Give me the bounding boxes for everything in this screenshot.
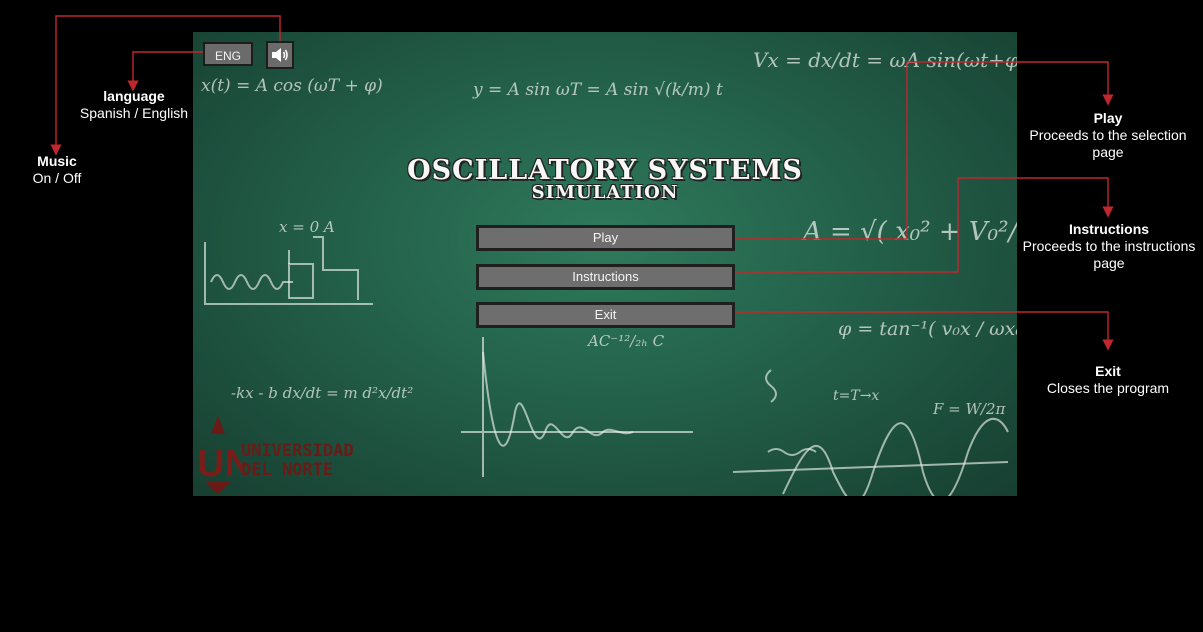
play-annotation: Play Proceeds to the selection page xyxy=(1029,110,1187,160)
language-annotation: language Spanish / English xyxy=(79,88,189,121)
instructions-annotation: Instructions Proceeds to the instruction… xyxy=(1022,221,1196,271)
exit-annotation: Exit Closes the program xyxy=(1046,363,1170,396)
music-annotation: Music On / Off xyxy=(32,153,82,186)
